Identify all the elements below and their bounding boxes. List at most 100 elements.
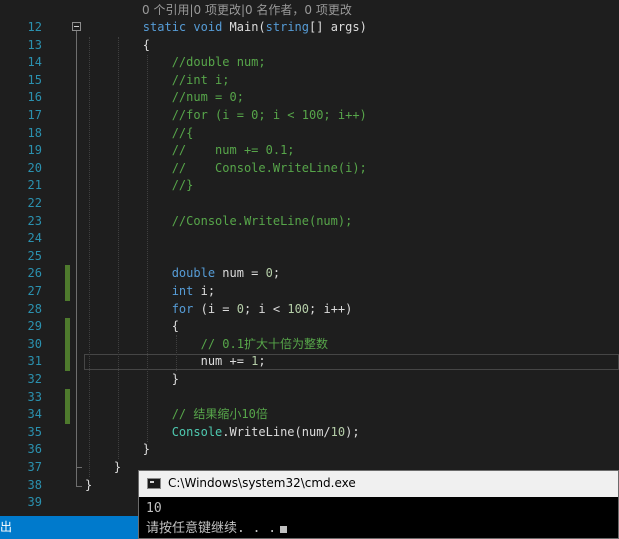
code-token: for: [171, 301, 194, 316]
code-token: .WriteLine(num/: [222, 424, 331, 439]
console-window[interactable]: C:\Windows\system32\cmd.exe 10 请按任意键继续. …: [138, 470, 619, 539]
fold-guide-end: [76, 486, 82, 487]
line-number: 23: [27, 213, 42, 228]
code-text: static void Main(string[] args): [85, 19, 367, 37]
code-token: // 0.1扩大十倍为整数: [200, 336, 328, 351]
code-line[interactable]: 27 int i;: [0, 283, 619, 301]
change-marker: [65, 283, 70, 301]
code-text: // 结果缩小10倍: [85, 406, 268, 424]
code-token: 100: [287, 301, 310, 316]
code-token: Console: [171, 424, 223, 439]
code-token: double: [171, 266, 216, 281]
code-token: string: [265, 20, 310, 34]
line-number: 36: [27, 442, 42, 457]
line-number: 37: [27, 460, 42, 474]
code-text: // 0.1扩大十倍为整数: [85, 336, 328, 354]
code-text: for (i = 0; i < 100; i++): [85, 301, 353, 319]
indent-guide: [176, 335, 177, 371]
line-number: 35: [27, 424, 42, 439]
code-token: //{: [171, 125, 194, 140]
console-title-bar[interactable]: C:\Windows\system32\cmd.exe: [139, 471, 618, 497]
code-text: }: [85, 371, 179, 389]
change-marker: [65, 335, 70, 354]
code-text: //{: [85, 125, 194, 143]
code-text: {: [85, 318, 179, 336]
line-number: 16: [27, 90, 42, 105]
code-line[interactable]: 15 //int i;: [0, 72, 619, 90]
code-line[interactable]: 12 static void Main(string[] args): [0, 19, 619, 37]
console-output-line: 10: [146, 501, 162, 516]
line-number: 14: [27, 55, 42, 70]
line-number: 31: [27, 354, 42, 369]
code-token: );: [345, 424, 360, 439]
code-text: int i;: [85, 283, 215, 301]
code-token: // 结果缩小10倍: [171, 407, 268, 422]
line-number: 13: [27, 37, 42, 52]
code-line[interactable]: 32 }: [0, 371, 619, 389]
code-token: {: [85, 319, 179, 334]
console-cursor: [280, 526, 288, 533]
code-line[interactable]: 22: [0, 195, 619, 213]
code-token: //double num;: [171, 55, 266, 70]
code-line[interactable]: 31 num += 1;: [0, 353, 619, 371]
code-token: Main(: [222, 20, 266, 34]
code-text: // Console.WriteLine(i);: [85, 160, 367, 178]
console-title: C:\Windows\system32\cmd.exe: [168, 476, 356, 490]
line-number: 17: [27, 108, 42, 122]
line-number: 33: [27, 389, 42, 404]
code-line[interactable]: 18 //{: [0, 125, 619, 143]
code-line[interactable]: 19 // num += 0.1;: [0, 142, 619, 160]
code-line[interactable]: 14 //double num;: [0, 54, 619, 72]
code-line[interactable]: 21 //}: [0, 177, 619, 195]
code-line[interactable]: 17 //for (i = 0; i < 100; i++): [0, 107, 619, 125]
code-line[interactable]: 29 {: [0, 318, 619, 336]
code-token: void: [193, 20, 223, 34]
code-token: static: [142, 20, 187, 34]
codelens-references[interactable]: 0 个引用|0 项更改|0 名作者，0 项更改: [142, 2, 352, 19]
output-panel-tab[interactable]: 输出: [0, 516, 140, 539]
code-line[interactable]: 36 }: [0, 441, 619, 459]
line-number: 12: [27, 20, 42, 34]
code-token: }: [85, 460, 122, 474]
code-token: int: [171, 284, 194, 298]
line-number: 29: [27, 319, 42, 334]
code-line[interactable]: 20 // Console.WriteLine(i);: [0, 160, 619, 178]
code-line[interactable]: 34 // 结果缩小10倍: [0, 406, 619, 424]
line-number: 24: [27, 231, 42, 246]
code-line[interactable]: 30 // 0.1扩大十倍为整数: [0, 335, 619, 354]
line-number: 27: [27, 284, 42, 298]
code-editor[interactable]: 0 个引用|0 项更改|0 名作者，0 项更改 12 static void M…: [0, 0, 619, 516]
code-line[interactable]: 16 //num = 0;: [0, 89, 619, 107]
console-prompt-text: 请按任意键继续. . .: [146, 521, 277, 536]
code-token: num =: [215, 266, 266, 281]
code-token: [] args): [309, 20, 367, 34]
console-output-line: 请按任意键继续. . .: [146, 517, 288, 536]
code-line[interactable]: 23 //Console.WriteLine(num);: [0, 213, 619, 231]
indent-guide: [89, 37, 90, 477]
code-line[interactable]: 26 double num = 0;: [0, 265, 619, 283]
code-text: //Console.WriteLine(num);: [85, 213, 353, 231]
code-line[interactable]: 24: [0, 230, 619, 248]
code-line[interactable]: 33: [0, 388, 619, 407]
code-text: }: [85, 477, 92, 495]
code-token: 0: [236, 301, 244, 316]
code-token: 0: [265, 266, 273, 281]
code-token: //num = 0;: [171, 90, 244, 105]
code-line[interactable]: 28 for (i = 0; i < 100; i++): [0, 301, 619, 319]
code-text: //double num;: [85, 54, 266, 72]
code-line[interactable]: 25: [0, 248, 619, 266]
code-line[interactable]: 35 Console.WriteLine(num/10);: [0, 424, 619, 442]
line-number: 19: [27, 143, 42, 158]
code-text: double num = 0;: [85, 265, 280, 283]
collapse-toggle-icon[interactable]: [72, 22, 81, 31]
indent-guide: [147, 55, 148, 442]
code-line[interactable]: 13 {: [0, 37, 619, 55]
